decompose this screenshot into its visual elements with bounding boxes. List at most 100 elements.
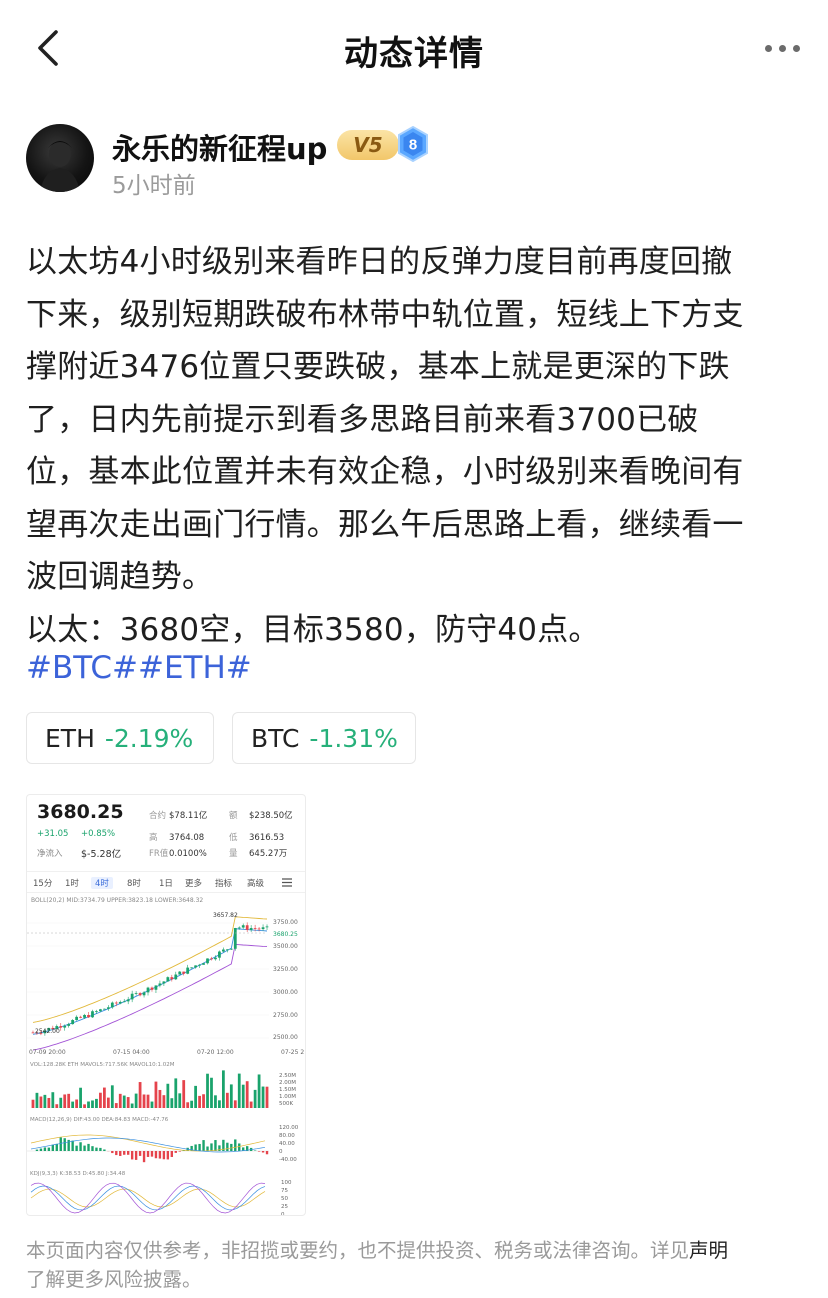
volume-bar [87,1101,90,1108]
candle-body [126,999,130,1002]
macd-bar [119,1151,122,1156]
volume-bar [67,1093,71,1108]
volume-bar [253,1089,257,1108]
macd-tick: -40.00 [279,1157,297,1163]
hexagon-level-icon: 8 [398,125,428,163]
disclaimer-text2: 了解更多风险披露。 [26,1268,202,1291]
ticker-chip-btc[interactable]: BTC -1.31% [232,712,416,764]
disclaimer-link[interactable]: 声明 [689,1239,728,1262]
macd-bar [51,1144,55,1151]
j-line [30,1182,266,1214]
tab-15m[interactable]: 15分 [33,877,52,889]
level-number: 8 [409,137,417,154]
volume-bar [95,1098,98,1108]
tab-indicators[interactable]: 指标 [215,877,232,889]
macd-tick: 80.00 [279,1133,295,1139]
macd-bar [162,1151,166,1160]
macd-bar [55,1143,58,1151]
candle-body [178,971,182,975]
avatar-image [40,141,80,192]
macd-bar [146,1151,150,1157]
volume-bar [158,1089,162,1108]
macd-bar [142,1151,146,1163]
post-detail-page: 动态详情 永乐的新征程up V5 8 5小时前 以太坊4小时级别来看昨日的反弹力… [0,0,828,1298]
macd-bar [123,1151,126,1155]
kdj-tick: 25 [281,1204,288,1210]
net-inflow-value: $-5.28亿 [81,849,122,860]
avatar[interactable] [26,124,94,192]
macd-bar [95,1147,98,1151]
macd-bar [174,1151,177,1153]
volume-bar [225,1092,229,1108]
macd-bar [210,1143,213,1151]
vip-badge: V5 [337,130,399,160]
chart-screenshot-image[interactable]: 3680.25 +31.05 +0.85% 净流入 $-5.28亿 合约 $78.… [26,794,306,1216]
hashtag-link[interactable]: #BTC##ETH# [26,650,252,686]
candle-body [67,1024,71,1026]
macd-bar [226,1142,229,1151]
tab-advanced[interactable]: 高级 [247,877,264,889]
candle-body [142,992,146,996]
stat-item: 额 $238.50亿 [229,811,293,821]
tab-1h[interactable]: 1时 [65,877,79,889]
more-dot-icon [778,44,786,52]
author-name[interactable]: 永乐的新征程up [112,126,327,168]
candle-body [202,963,205,965]
volume-bar [178,1093,182,1108]
candle-body [118,1001,122,1004]
current-mark: 3680.25 [273,931,298,938]
candle-body [225,949,229,951]
tab-more[interactable]: 更多 [185,877,202,889]
macd-bar [99,1147,102,1151]
candle-body [154,985,158,990]
y-tick: 2750.00 [273,1012,298,1019]
post-line: 以太：3680空，目标3580，防守40点。 [26,611,600,648]
volume-bar [63,1094,67,1108]
volume-bar [237,1073,241,1108]
candle-body [102,1008,106,1010]
dif-line [30,1134,266,1152]
candle-body [31,1032,35,1034]
macd-bar [234,1139,237,1151]
boll-upper-line [32,916,268,1023]
y-tick: 3000.00 [273,989,298,996]
candle-body [134,993,138,994]
volume-bar [110,1085,114,1108]
tab-4h[interactable]: 4时 [91,877,113,889]
candle-body [106,1007,110,1009]
volume-bar [198,1095,201,1108]
high-mark: 3657.82 [213,912,238,919]
top-nav-bar: 动态详情 [0,0,828,96]
macd-bar [130,1151,134,1160]
macd-bar [150,1151,154,1157]
tab-1d[interactable]: 1日 [159,877,173,889]
volume-bar [106,1097,110,1108]
post-line: 望再次走出画门行情。那么午后思路上看，继续看一 [26,506,744,543]
volume-bar [257,1074,261,1108]
candle-body [71,1020,75,1025]
candle-body [214,957,217,960]
boll-mid-line [32,928,268,1035]
candle-body [91,1011,94,1018]
volume-bar [55,1104,59,1108]
ticker-chip-eth[interactable]: ETH -2.19% [26,712,214,764]
tab-8h[interactable]: 8时 [127,877,141,889]
candle-body [99,1009,102,1012]
macd-bar [206,1146,209,1151]
volume-bar [202,1094,205,1108]
settings-icon[interactable] [281,877,293,888]
macd-tick: 0 [279,1149,283,1155]
volume-bar [31,1099,35,1108]
macd-bar [202,1140,205,1151]
macd-tick: 120.00 [279,1125,299,1131]
macd-bar [103,1149,106,1151]
volume-bar [75,1099,79,1108]
macd-bar [166,1151,170,1160]
vol-tick: 2.50M [279,1073,296,1079]
risk-disclaimer: 本页面内容仅供参考，非招揽或要约，也不提供投资、税务或法律咨询。详见声明 了解更… [26,1236,806,1294]
volume-bar [126,1097,130,1108]
candle-body [166,977,170,982]
more-options-button[interactable] [758,30,806,66]
volume-bar [35,1092,39,1108]
macd-legend: MACD(12,26,9) DIF:43.00 DEA:84.83 MACD:-… [30,1117,169,1123]
